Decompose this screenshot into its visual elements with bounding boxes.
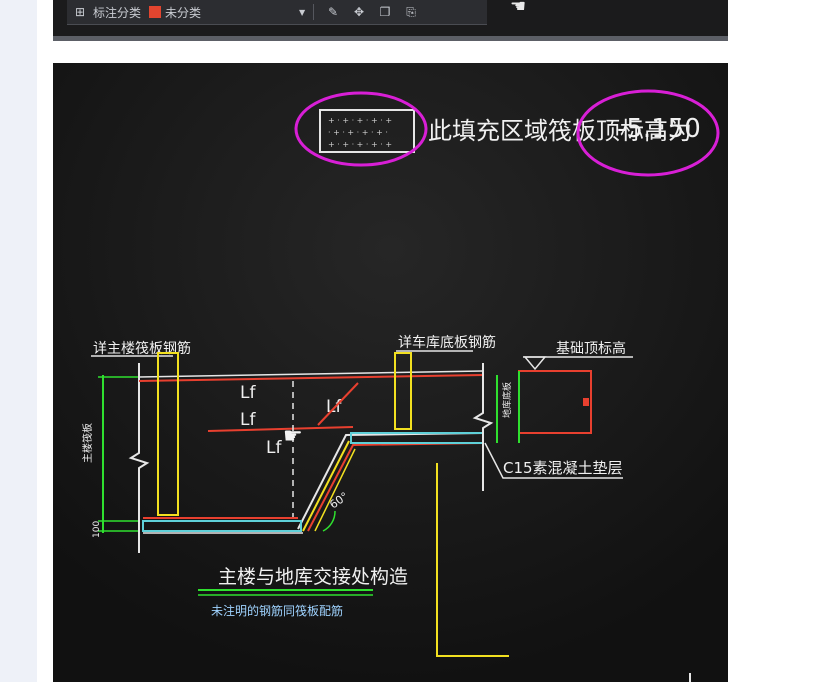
lf-label-4: Lf xyxy=(266,438,282,458)
grid-icon[interactable]: ⊞ xyxy=(67,5,93,19)
label-cushion: C15素混凝土垫层 xyxy=(503,459,623,477)
svg-text:+ · + · + · + · +: + · + · + · + · + xyxy=(328,116,392,125)
photo-frame-strip xyxy=(53,36,728,41)
dimension-text-right: 地库底板 xyxy=(501,382,513,418)
category-color-swatch xyxy=(149,6,162,18)
toolbar-separator xyxy=(313,4,315,20)
lf-label-1: Lf xyxy=(240,383,256,403)
dropdown-arrow-icon[interactable]: ▼ xyxy=(297,8,307,17)
lf-label-2: Lf xyxy=(240,410,256,430)
edit-icon[interactable]: ✎ xyxy=(320,5,346,19)
hand-cursor-icon: ☛ xyxy=(283,424,303,449)
cad-toolbar: ⊞ 标注分类 未分类 ▼ ✎ ✥ ❐ ⎘ xyxy=(67,0,487,25)
category-select[interactable]: 未分类 xyxy=(165,4,297,21)
image-cad-drawing[interactable]: + · + · + · + · + · + · + · + · + · + · … xyxy=(53,63,728,682)
elevation-value: -5.150 xyxy=(617,114,701,144)
drawing-title: 主楼与地库交接处构造 xyxy=(218,566,408,588)
drawing-subtitle: 未注明的钢筋同筏板配筋 xyxy=(211,603,343,618)
foundation-marker xyxy=(583,398,589,406)
svg-text:+ · + · + · + · +: + · + · + · + · + xyxy=(328,140,392,149)
cad-drawing-svg: + · + · + · + · + · + · + · + · + · + · … xyxy=(53,63,728,682)
move-icon[interactable]: ✥ xyxy=(346,5,372,19)
hand-cursor-icon: ☚ xyxy=(510,0,527,17)
dimension-text-vertical: 主楼筏板 xyxy=(81,423,94,463)
label-main-rebar: 详主楼筏板钢筋 xyxy=(93,340,191,357)
dimension-text-100: 100 xyxy=(92,521,102,538)
svg-text:· + · + · + · + ·: · + · + · + · + · xyxy=(328,128,388,137)
left-rail xyxy=(0,0,37,682)
label-foundation-elevation: 基础顶标高 xyxy=(556,340,626,357)
annotation-category-label: 标注分类 xyxy=(93,5,142,20)
label-garage-rebar: 详车库底板钢筋 xyxy=(398,334,496,351)
paste-icon[interactable]: ⎘ xyxy=(398,5,424,20)
copy-icon[interactable]: ❐ xyxy=(372,5,398,19)
